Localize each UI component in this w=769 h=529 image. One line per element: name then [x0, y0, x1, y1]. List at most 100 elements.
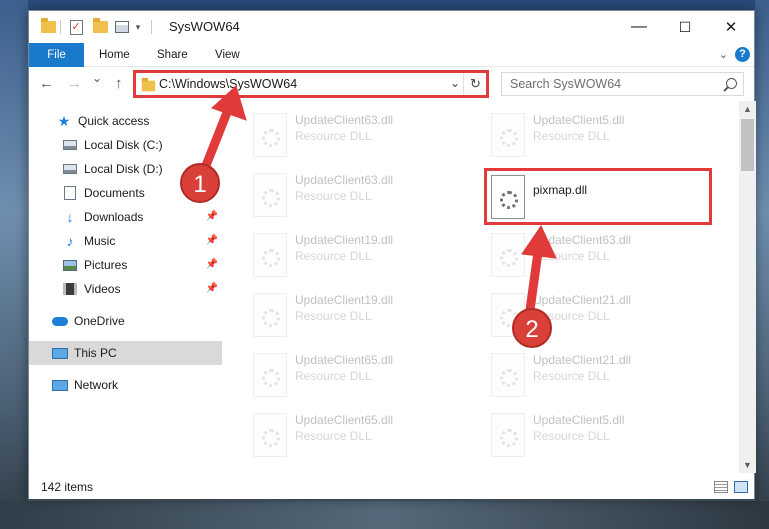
details-view-icon[interactable]: [714, 481, 728, 493]
file-name: UpdateClient65.dll: [295, 353, 394, 367]
recent-locations-chevron-icon[interactable]: ⌄: [92, 71, 102, 85]
dll-file-icon: [253, 233, 287, 277]
download-icon: ↓: [66, 209, 74, 225]
tab-share[interactable]: Share: [157, 43, 188, 67]
file-name: UpdateClient5.dll: [533, 113, 625, 127]
step-2-badge: 2: [512, 308, 552, 348]
dll-file-icon: [491, 233, 525, 277]
file-item[interactable]: UpdateClient19.dll Resource DLL: [245, 287, 470, 347]
file-name: UpdateClient63.dll: [295, 173, 394, 187]
scroll-down-arrow-icon[interactable]: ▼: [743, 460, 752, 470]
sidebar-item-onedrive[interactable]: OneDrive: [29, 309, 222, 333]
music-icon: ♪: [66, 233, 74, 249]
sidebar-item-label: Downloads: [84, 210, 144, 224]
help-icon[interactable]: ?: [735, 47, 750, 62]
navigation-pane: ★ Quick access Local Disk (C:) Local Dis…: [29, 101, 222, 471]
documents-icon: [62, 186, 78, 200]
sidebar-item-label: Local Disk (C:): [84, 138, 163, 152]
maximize-button[interactable]: ☐: [662, 11, 708, 43]
properties-checkmark-icon[interactable]: ✓: [67, 18, 85, 36]
this-pc-icon: [52, 346, 68, 360]
sidebar-item-local-disk-c[interactable]: Local Disk (C:): [29, 133, 222, 157]
file-item[interactable]: UpdateClient19.dll Resource DLL: [245, 227, 470, 287]
pin-icon[interactable]: 📌: [206, 235, 218, 246]
window-title: SysWOW64: [169, 19, 240, 34]
sidebar-item-label: Music: [84, 234, 116, 248]
sidebar-item-label: Videos: [84, 282, 121, 296]
file-item[interactable]: UpdateClient5.dll Resource DLL: [483, 407, 708, 467]
scrollbar-thumb[interactable]: [741, 119, 754, 171]
dll-file-icon: [253, 293, 287, 337]
sidebar-item-label: Pictures: [84, 258, 128, 272]
expand-ribbon-chevron-icon[interactable]: ⌄: [719, 48, 728, 61]
file-name: UpdateClient19.dll: [295, 293, 394, 307]
file-item[interactable]: UpdateClient63.dll Resource DLL: [245, 107, 470, 167]
large-icons-view-icon[interactable]: [734, 481, 748, 493]
pin-icon[interactable]: 📌: [206, 259, 218, 270]
sidebar-item-network[interactable]: Network: [29, 373, 222, 397]
file-item[interactable]: UpdateClient65.dll Resource DLL: [245, 347, 470, 407]
file-item[interactable]: UpdateClient5.dll Resource DLL: [483, 107, 708, 167]
sidebar-item-quick-access[interactable]: ★ Quick access: [29, 109, 222, 133]
status-bar: 142 items: [29, 475, 754, 499]
up-arrow-icon[interactable]: ↑: [115, 75, 123, 92]
tab-home[interactable]: Home: [99, 43, 130, 67]
file-type: Resource DLL: [295, 249, 372, 263]
pin-icon[interactable]: 📌: [206, 283, 218, 294]
minimize-button[interactable]: —: [616, 11, 662, 43]
sidebar-item-music[interactable]: ♪ Music 📌: [29, 229, 222, 253]
file-item[interactable]: UpdateClient63.dll Resource DLL: [245, 167, 470, 227]
file-type: Resource DLL: [295, 369, 372, 383]
file-type: Resource DLL: [533, 369, 610, 383]
sidebar-item-label: Documents: [84, 186, 145, 200]
file-name: UpdateClient21.dll: [533, 353, 632, 367]
tab-view[interactable]: View: [215, 43, 240, 67]
address-bar-highlight-box: [133, 70, 489, 98]
file-name: UpdateClient63.dll: [533, 233, 632, 247]
videos-icon: [62, 282, 78, 296]
properties-icon[interactable]: [113, 18, 131, 36]
file-list: UpdateClient63.dll Resource DLL UpdateCl…: [225, 101, 740, 473]
close-button[interactable]: ✕: [708, 11, 754, 43]
new-folder-icon[interactable]: [91, 18, 109, 36]
sidebar-item-label: OneDrive: [74, 314, 125, 328]
toolbar-divider: [60, 20, 61, 34]
back-arrow-icon[interactable]: ←: [39, 75, 54, 92]
pictures-icon: [62, 258, 78, 272]
sidebar-item-pictures[interactable]: Pictures 📌: [29, 253, 222, 277]
sidebar-item-videos[interactable]: Videos 📌: [29, 277, 222, 301]
sidebar-item-downloads[interactable]: ↓ Downloads 📌: [29, 205, 222, 229]
file-item[interactable]: UpdateClient65.dll Resource DLL: [245, 407, 470, 467]
search-input[interactable]: Search SysWOW64: [501, 72, 744, 96]
onedrive-icon: [52, 314, 68, 328]
search-placeholder: Search SysWOW64: [510, 77, 622, 91]
tab-file[interactable]: File: [29, 43, 84, 67]
title-divider: [151, 20, 152, 34]
file-name: UpdateClient19.dll: [295, 233, 394, 247]
dll-file-icon: [491, 353, 525, 397]
file-name: UpdateClient5.dll: [533, 413, 625, 427]
drive-icon: [62, 162, 78, 176]
scroll-up-arrow-icon[interactable]: ▲: [743, 104, 752, 114]
desktop-background-right: [755, 0, 769, 529]
customize-toolbar-chevron-icon[interactable]: ▾: [132, 18, 144, 36]
dll-file-icon: [253, 113, 287, 157]
file-name: UpdateClient65.dll: [295, 413, 394, 427]
sidebar-item-this-pc[interactable]: This PC: [29, 341, 222, 365]
dll-file-icon: [491, 113, 525, 157]
pin-icon[interactable]: 📌: [206, 211, 218, 222]
file-name: UpdateClient21.dll: [533, 293, 632, 307]
star-icon: ★: [57, 112, 71, 129]
sidebar-item-label: Quick access: [78, 114, 150, 128]
file-item[interactable]: UpdateClient21.dll Resource DLL: [483, 347, 708, 407]
drive-icon: [62, 138, 78, 152]
file-type: Resource DLL: [295, 429, 372, 443]
forward-arrow-icon[interactable]: →: [67, 75, 82, 92]
network-icon: [52, 378, 68, 392]
dll-file-icon: [253, 173, 287, 217]
file-item[interactable]: UpdateClient63.dll Resource DLL: [483, 227, 708, 287]
sidebar-item-label: Network: [74, 378, 119, 392]
vertical-scrollbar[interactable]: ▲ ▼: [739, 101, 756, 473]
desktop-background-left: [0, 0, 28, 529]
ribbon: File Home Share View ⌄ ?: [29, 43, 754, 67]
